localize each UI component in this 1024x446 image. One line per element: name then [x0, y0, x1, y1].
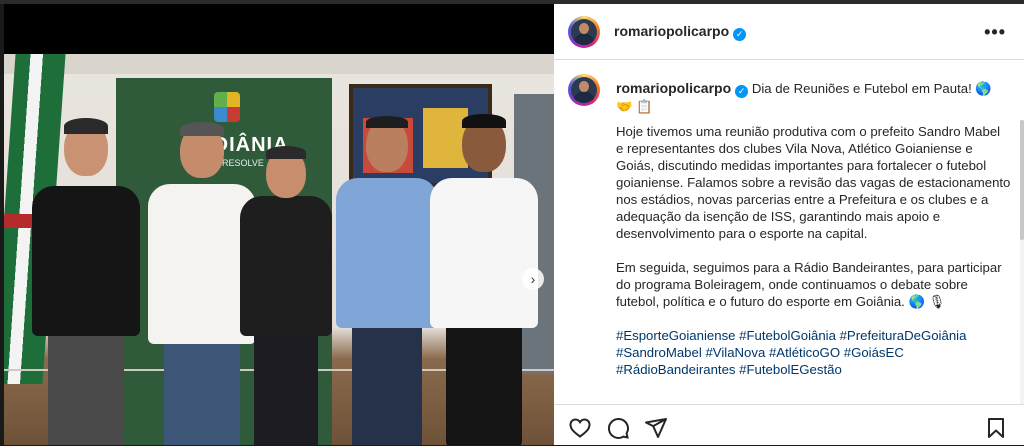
post-header: romariopolicarpo ✓ ••• [554, 4, 1024, 60]
heart-icon[interactable] [568, 416, 592, 440]
post-media[interactable]: GOIÂNIA QUE RESOLVE › [4, 4, 554, 445]
person-3 [236, 146, 336, 445]
caption-username[interactable]: romariopolicarpo [616, 80, 731, 96]
caption-paragraph-1: Hoje tivemos uma reunião produtiva com o… [616, 124, 1011, 241]
post-panel: romariopolicarpo ✓ ••• romariopolicarpo ✓ … [554, 4, 1024, 445]
comment-icon[interactable] [606, 416, 630, 440]
verified-badge-icon: ✓ [733, 28, 747, 41]
author-username[interactable]: romariopolicarpo [614, 23, 729, 39]
caption-verified-badge-icon: ✓ [735, 85, 749, 98]
person-1 [26, 118, 146, 445]
caption-paragraph-2: Em seguida, seguimos para a Rádio Bandei… [616, 260, 1002, 309]
caption-body: Hoje tivemos uma reunião produtiva com o… [616, 123, 1011, 395]
caption-avatar[interactable] [568, 74, 600, 106]
chevron-right-icon: › [530, 271, 536, 287]
post-photo[interactable]: GOIÂNIA QUE RESOLVE › [4, 54, 554, 445]
more-options-icon: ••• [984, 22, 1006, 42]
author-avatar[interactable] [568, 16, 600, 48]
caption-scrollbar[interactable] [1020, 120, 1024, 404]
bookmark-icon[interactable] [984, 416, 1008, 440]
caption-area: romariopolicarpo ✓ Dia de Reuniões e Fute… [554, 60, 1024, 404]
more-options-button[interactable]: ••• [984, 22, 1006, 43]
caption-hashtags[interactable]: #EsporteGoianiense #FutebolGoiânia #Pref… [616, 327, 1011, 378]
carousel-next-button[interactable]: › [522, 268, 544, 290]
banner-logo-icon [214, 92, 240, 122]
photo-ceiling [4, 54, 554, 74]
send-icon[interactable] [644, 416, 668, 440]
post-actions [554, 404, 1024, 446]
